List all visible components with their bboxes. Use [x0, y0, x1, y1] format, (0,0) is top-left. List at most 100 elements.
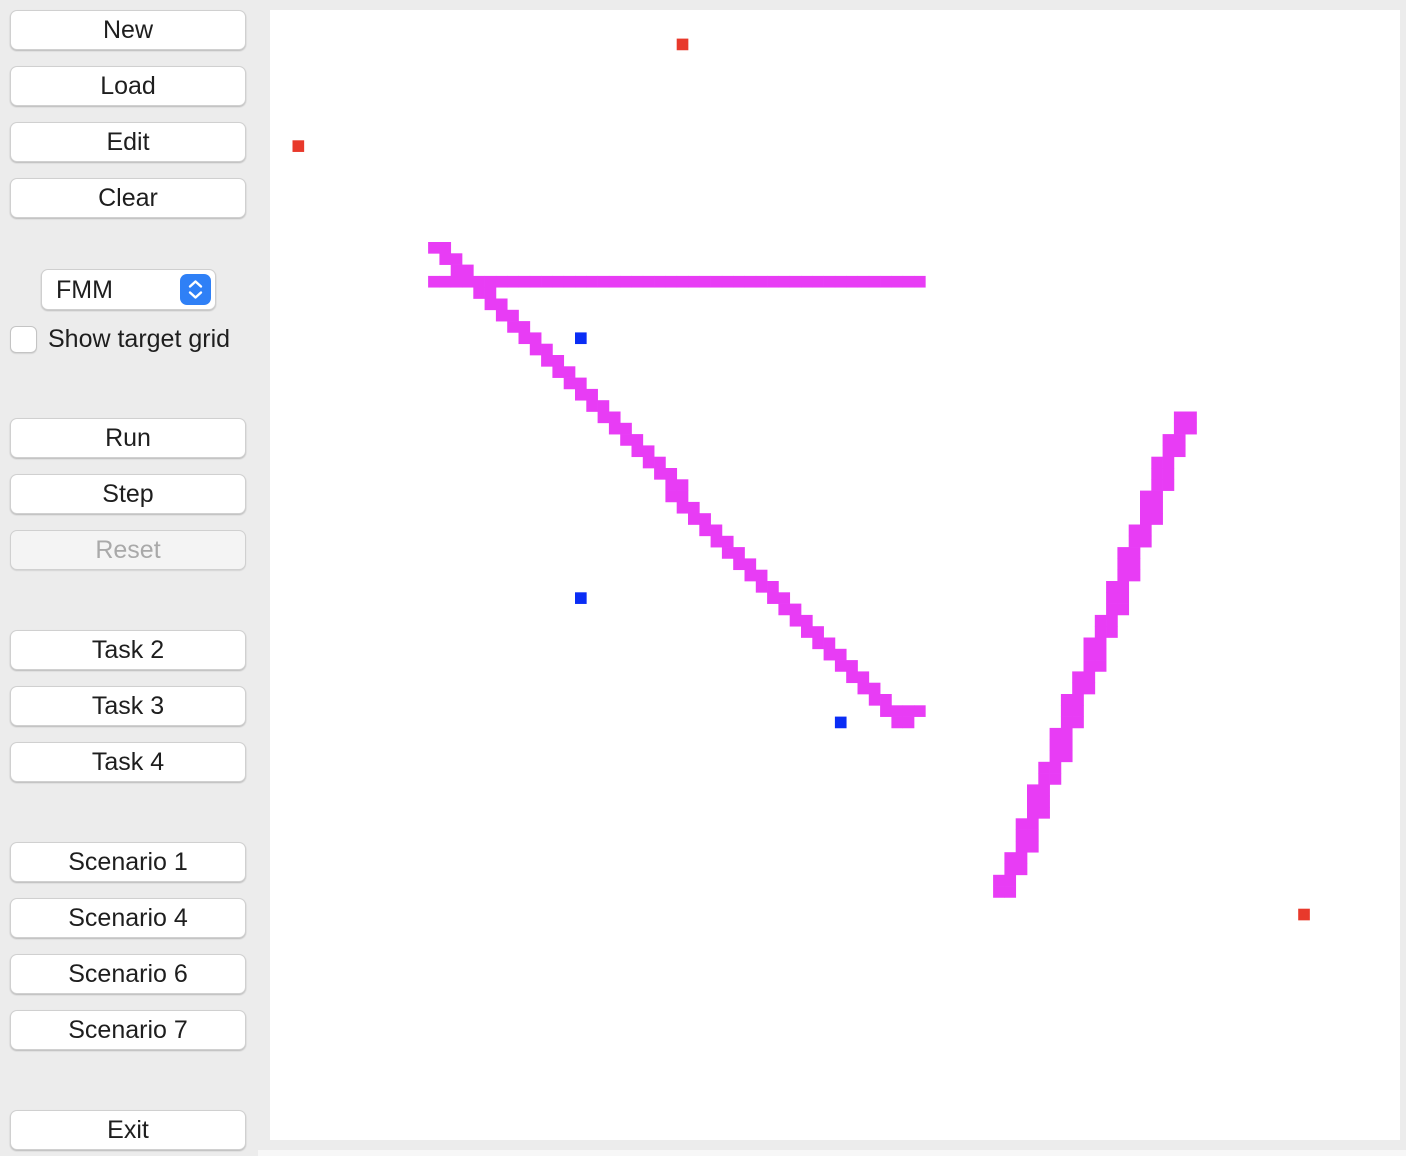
- obstacle-cell: [495, 309, 508, 322]
- obstacle-cell: [914, 275, 926, 288]
- obstacle-cell: [1117, 558, 1130, 571]
- show-target-grid-checkbox[interactable]: [10, 326, 37, 353]
- new-button[interactable]: New: [10, 10, 246, 50]
- clear-button[interactable]: Clear: [10, 178, 246, 218]
- obstacle-cell: [1094, 637, 1107, 650]
- obstacle-cell: [1072, 682, 1084, 695]
- target-cell: [575, 332, 587, 345]
- obstacle-cell: [1106, 614, 1118, 627]
- obstacle-cell: [1140, 524, 1152, 537]
- obstacle-cell: [428, 242, 440, 254]
- scenario-6-button[interactable]: Scenario 6: [10, 954, 246, 994]
- pedestrian-cell: [292, 140, 305, 152]
- obstacle-cell: [868, 275, 881, 288]
- obstacle-cell: [518, 275, 531, 288]
- task-3-button[interactable]: Task 3: [10, 686, 246, 726]
- obstacle-cell: [1060, 739, 1073, 751]
- obstacle-cell: [1060, 716, 1073, 729]
- scenario-7-button[interactable]: Scenario 7: [10, 1010, 246, 1050]
- obstacle-cell: [665, 275, 678, 288]
- obstacle-cell: [1015, 863, 1028, 876]
- obstacle-cell: [1015, 840, 1028, 853]
- obstacle-cell: [1140, 501, 1152, 514]
- scenario-4-button[interactable]: Scenario 4: [10, 898, 246, 938]
- obstacle-cell: [439, 242, 452, 254]
- obstacle-cell: [518, 321, 531, 333]
- obstacle-cell: [902, 275, 915, 288]
- run-button[interactable]: Run: [10, 418, 246, 458]
- obstacle-cell: [620, 275, 632, 288]
- obstacle-cell: [608, 422, 621, 435]
- obstacle-cell: [1151, 468, 1163, 480]
- obstacle-cell: [597, 400, 610, 412]
- obstacle-cell: [676, 479, 689, 491]
- obstacle-cell: [507, 321, 519, 333]
- chevron-up-down-icon: [180, 274, 211, 305]
- obstacle-cell: [563, 377, 576, 390]
- edit-button[interactable]: Edit: [10, 122, 246, 162]
- obstacle-cell: [563, 275, 576, 288]
- obstacle-cell: [914, 705, 926, 717]
- obstacle-cell: [1094, 626, 1107, 638]
- obstacle-cell: [778, 592, 791, 604]
- obstacle-cell: [608, 275, 621, 288]
- obstacle-cell: [1128, 547, 1141, 559]
- obstacle-cell: [710, 535, 723, 548]
- obstacle-cell: [834, 648, 847, 661]
- target-cell: [575, 592, 587, 604]
- obstacle-cell: [721, 547, 734, 559]
- exit-button[interactable]: Exit: [10, 1110, 246, 1150]
- obstacle-cell: [688, 501, 700, 514]
- obstacle-cell: [552, 355, 565, 367]
- obstacle-cell: [1038, 795, 1050, 808]
- obstacle-cell: [1117, 569, 1130, 582]
- load-button[interactable]: Load: [10, 66, 246, 106]
- obstacle-cell: [642, 275, 655, 288]
- obstacle-cell: [620, 434, 632, 446]
- obstacle-cell: [597, 411, 610, 424]
- obstacle-cell: [563, 366, 576, 378]
- obstacle-cell: [495, 298, 508, 311]
- obstacle-cell: [1004, 863, 1017, 876]
- obstacle-cell: [1117, 547, 1130, 559]
- obstacle-cell: [710, 275, 723, 288]
- obstacle-cell: [1083, 660, 1096, 672]
- obstacle-cell: [846, 275, 858, 288]
- obstacle-cell: [688, 275, 700, 288]
- obstacle-cell: [473, 275, 485, 288]
- obstacle-cell: [755, 569, 768, 582]
- obstacle-cell: [733, 547, 745, 559]
- obstacle-cell: [812, 275, 824, 288]
- grid-svg: [292, 38, 1310, 921]
- obstacle-cell: [812, 637, 824, 650]
- scenario-1-button[interactable]: Scenario 1: [10, 842, 246, 882]
- show-target-grid-row[interactable]: Show target grid: [10, 324, 258, 358]
- algorithm-select[interactable]: FMM: [41, 269, 216, 310]
- step-button[interactable]: Step: [10, 474, 246, 514]
- obstacle-cell: [699, 275, 711, 288]
- obstacle-cell: [1083, 637, 1096, 650]
- obstacle-cell: [1072, 694, 1084, 706]
- obstacle-cell: [1038, 773, 1050, 785]
- obstacle-cell: [789, 614, 802, 627]
- obstacle-cell: [767, 592, 779, 604]
- bottom-strip: [258, 1150, 1406, 1156]
- obstacle-cell: [834, 275, 847, 288]
- obstacle-cell: [1038, 761, 1050, 774]
- obstacle-cell: [529, 332, 542, 345]
- obstacle-cell: [518, 332, 531, 345]
- obstacle-cell: [778, 603, 791, 616]
- obstacle-cell: [789, 275, 802, 288]
- obstacle-cell: [473, 287, 485, 299]
- obstacle-cell: [586, 388, 598, 401]
- obstacle-cell: [1162, 479, 1175, 491]
- simulation-grid-canvas[interactable]: [270, 10, 1400, 1140]
- obstacle-cell: [462, 264, 474, 277]
- obstacle-cell: [575, 275, 587, 288]
- task-2-button[interactable]: Task 2: [10, 630, 246, 670]
- obstacle-cell: [902, 716, 915, 729]
- obstacle-cell: [1151, 456, 1163, 469]
- task-4-button[interactable]: Task 4: [10, 742, 246, 782]
- obstacle-cell: [744, 569, 757, 582]
- obstacle-cell: [1027, 795, 1039, 808]
